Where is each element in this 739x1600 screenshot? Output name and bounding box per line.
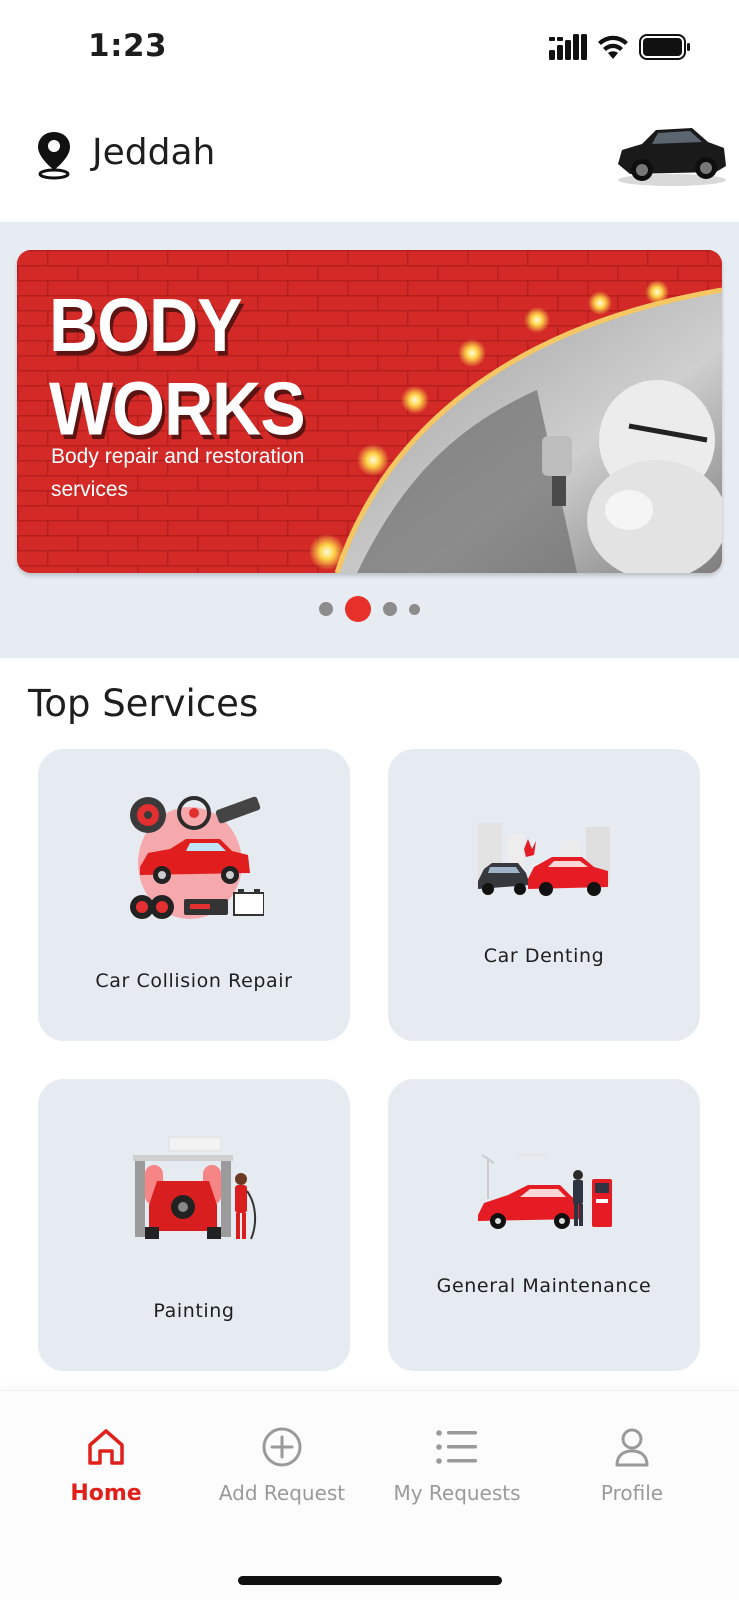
carousel-dot-3[interactable] [383, 602, 397, 616]
service-card-label: Car Denting [483, 945, 605, 967]
nav-add-request[interactable]: Add Request [192, 1421, 372, 1505]
banner-subtitle: Body repair and restoration services [51, 445, 305, 501]
nav-my-requests-label: My Requests [393, 1481, 521, 1505]
banner-slide-body-works[interactable]: BODY WORKS Body repair and restoration s… [17, 250, 722, 573]
car-crash-icon [478, 823, 610, 896]
nav-my-requests[interactable]: My Requests [367, 1421, 547, 1505]
status-bar: 1:23 [0, 0, 739, 100]
bottom-navigation: Home Add Request My Requests Profile [0, 1390, 739, 1600]
section-title-top-services: Top Services [28, 682, 259, 725]
banner-title-line1: BODY [49, 284, 242, 368]
service-card-label: General Maintenance [436, 1275, 652, 1297]
plus-circle-icon [262, 1427, 302, 1467]
status-icons [549, 34, 691, 60]
carousel-dot-2[interactable] [345, 596, 371, 622]
service-card-label: Car Collision Repair [95, 970, 293, 992]
car-charging-icon [478, 1153, 612, 1229]
carousel-dot-4[interactable] [409, 603, 420, 615]
nav-home[interactable]: Home [16, 1421, 196, 1506]
carousel-pagination [0, 594, 739, 624]
banner-title-line2: WORKS [49, 367, 306, 452]
banner-carousel[interactable]: BODY WORKS Body repair and restoration s… [0, 222, 739, 658]
service-card-painting[interactable]: Painting [38, 1079, 350, 1371]
nav-add-request-label: Add Request [218, 1481, 346, 1505]
service-card-label: Painting [153, 1300, 235, 1322]
cellular-signal-icon [549, 34, 587, 60]
service-card-car-denting[interactable]: Car Denting [388, 749, 700, 1041]
location-city[interactable]: Jeddah [92, 132, 215, 173]
location-header: Jeddah [0, 100, 739, 222]
home-icon [88, 1429, 124, 1465]
car-wash-painting-icon [133, 1136, 257, 1240]
user-icon [615, 1428, 649, 1467]
nav-profile[interactable]: Profile [542, 1421, 722, 1505]
car-parts-icon [130, 796, 264, 919]
list-icon [436, 1430, 477, 1464]
battery-icon [639, 34, 690, 60]
wifi-icon [598, 35, 628, 59]
banner-title: BODY WORKS [49, 284, 306, 452]
car-avatar-icon[interactable] [612, 120, 730, 190]
home-indicator[interactable] [238, 1576, 502, 1585]
nav-profile-label: Profile [600, 1481, 664, 1505]
location-pin-icon[interactable] [34, 130, 74, 180]
nav-home-label: Home [70, 1481, 142, 1506]
service-card-general-maintenance[interactable]: General Maintenance [388, 1079, 700, 1371]
status-time: 1:23 [88, 28, 168, 64]
carousel-dot-1[interactable] [319, 602, 333, 616]
service-card-car-collision-repair[interactable]: Car Collision Repair [38, 749, 350, 1041]
